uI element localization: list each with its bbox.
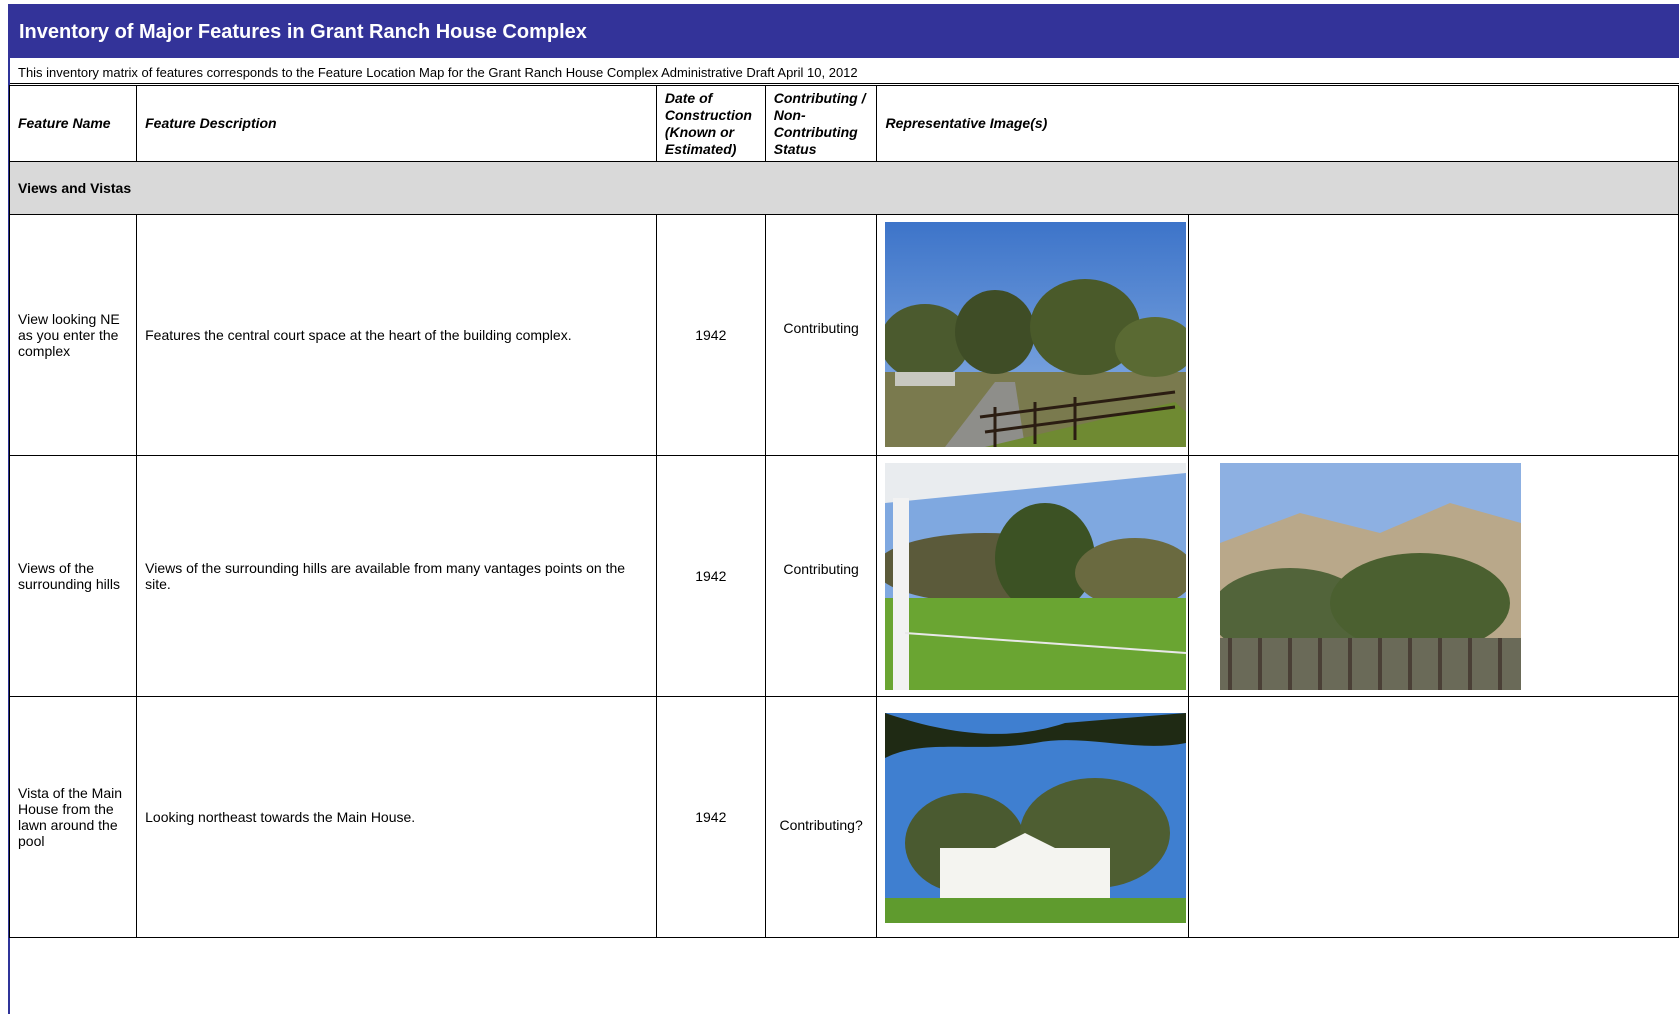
feature-description-cell: Features the central court space at the … <box>136 214 657 456</box>
feature-inventory-table: Feature Name Feature Description Date of… <box>8 85 1679 938</box>
section-row: Views and Vistas <box>9 161 1679 215</box>
photo-main-house-view <box>885 713 1187 923</box>
feature-name-cell: Vista of the Main House from the lawn ar… <box>8 696 138 938</box>
column-header-feature-description: Feature Description <box>136 85 657 162</box>
date-cell: 1942 <box>655 214 766 456</box>
table-row: View looking NE as you enter the complex… <box>8 214 1679 456</box>
status-cell: Contributing? <box>764 696 878 938</box>
date-cell: 1942 <box>655 696 766 938</box>
table-row: Vista of the Main House from the lawn ar… <box>8 696 1679 938</box>
empty-image-cell <box>1187 696 1679 938</box>
table-row: Views of the surrounding hills Views of … <box>8 455 1679 697</box>
image-cell <box>876 455 1189 697</box>
photo-hills-view <box>1219 463 1521 690</box>
image-cell <box>876 696 1189 938</box>
feature-name-cell: Views of the surrounding hills <box>8 455 138 697</box>
image-cell <box>876 214 1189 456</box>
photo-porch-view <box>885 463 1187 690</box>
empty-image-cell <box>1187 214 1679 456</box>
column-header-representative-images: Representative Image(s) <box>876 85 1679 162</box>
table-header-row: Feature Name Feature Description Date of… <box>8 85 1679 162</box>
status-cell: Contributing <box>764 214 878 456</box>
status-cell: Contributing <box>764 455 878 697</box>
feature-description-cell: Views of the surrounding hills are avail… <box>136 455 657 697</box>
section-title: Views and Vistas <box>9 161 1679 215</box>
date-cell: 1942 <box>655 455 766 697</box>
column-header-contributing-status: Contributing / Non-Contributing Status <box>764 85 878 162</box>
feature-description-cell: Looking northeast towards the Main House… <box>136 696 657 938</box>
photo-entry-view <box>885 222 1187 447</box>
page-subtitle: This inventory matrix of features corres… <box>10 60 1679 84</box>
column-header-date-of-construction: Date of Construction (Known or Estimated… <box>655 85 766 162</box>
page-title: Inventory of Major Features in Grant Ran… <box>8 4 1679 58</box>
feature-name-cell: View looking NE as you enter the complex <box>8 214 138 456</box>
column-header-feature-name: Feature Name <box>8 85 138 162</box>
image-cell <box>1187 455 1679 697</box>
